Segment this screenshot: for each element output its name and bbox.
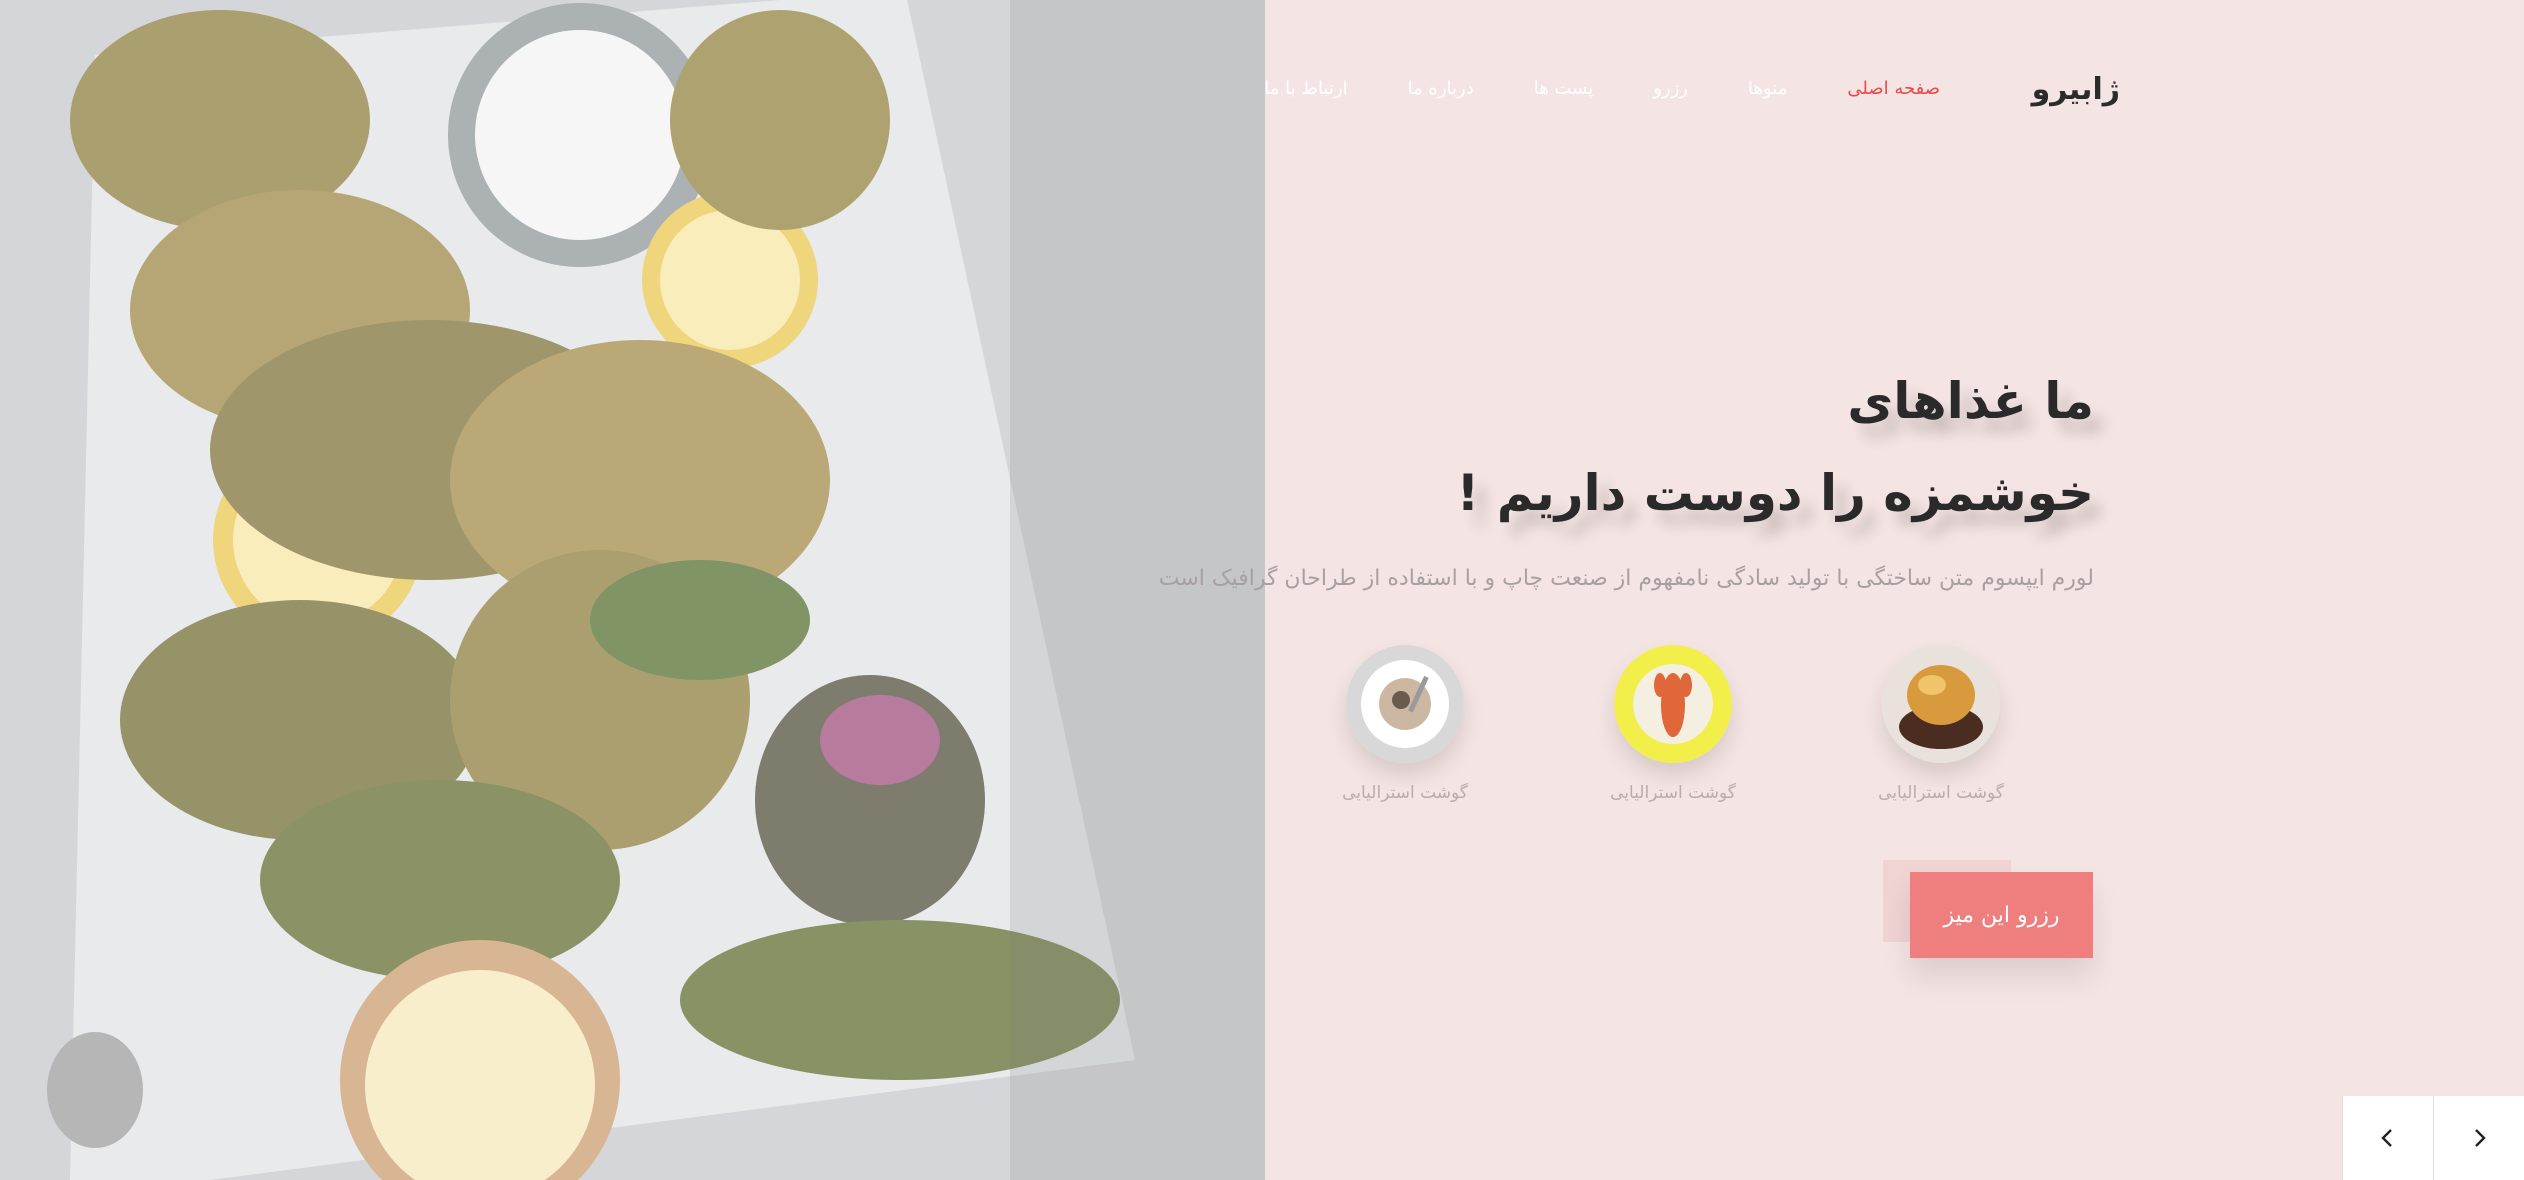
fried-dish-image [1882, 645, 2000, 763]
nav-item-about[interactable]: درباره ما [1408, 78, 1474, 99]
dish-card-3[interactable]: گوشت استرالیایی [1335, 645, 1475, 803]
dish-card-1[interactable]: گوشت استرالیایی [1871, 645, 2011, 803]
lobster-image [1614, 645, 1732, 763]
slider-next-button[interactable] [2433, 1096, 2524, 1180]
hero-food-image [0, 0, 1265, 1180]
dish-caption: گوشت استرالیایی [1342, 783, 1468, 803]
nav-item-reservation[interactable]: رزرو [1653, 78, 1688, 99]
brand-logo[interactable]: ژابیرو [2032, 72, 2120, 107]
nav-menu: صفحه اصلی منوها رزرو پست ها درباره ما ار… [1204, 78, 1940, 99]
hero-title-line-1: ما غذاهای [1847, 372, 2094, 430]
dish-caption: گوشت استرالیایی [1878, 783, 2004, 803]
reserve-table-button[interactable]: رزرو این میز [1910, 872, 2093, 958]
pasta-plate-image [1346, 645, 1464, 763]
nav-item-home[interactable]: صفحه اصلی [1847, 78, 1940, 99]
nav-item-contact[interactable]: ارتباط با ما [1264, 78, 1347, 99]
slider-prev-button[interactable] [2342, 1096, 2433, 1180]
chevron-right-icon [2475, 1129, 2486, 1147]
hero-lead-text: لورم ایپسوم متن ساختگی با تولید سادگی نا… [1158, 566, 2094, 591]
slider-navigation [2342, 1096, 2524, 1180]
nav-item-posts[interactable]: پست ها [1534, 78, 1593, 99]
dish-caption: گوشت استرالیایی [1610, 783, 1736, 803]
hero-title-line-2: خوشمزه را دوست داریم ! [1456, 464, 2094, 522]
hero-title: ما غذاهای خوشمزه را دوست داریم ! [1457, 355, 2094, 539]
dish-card-2[interactable]: گوشت استرالیایی [1603, 645, 1743, 803]
chevron-left-icon [2381, 1129, 2392, 1147]
nav-item-menus[interactable]: منوها [1748, 78, 1787, 99]
main-navigation: ژابیرو صفحه اصلی منوها رزرو پست ها دربار… [1264, 70, 2130, 114]
